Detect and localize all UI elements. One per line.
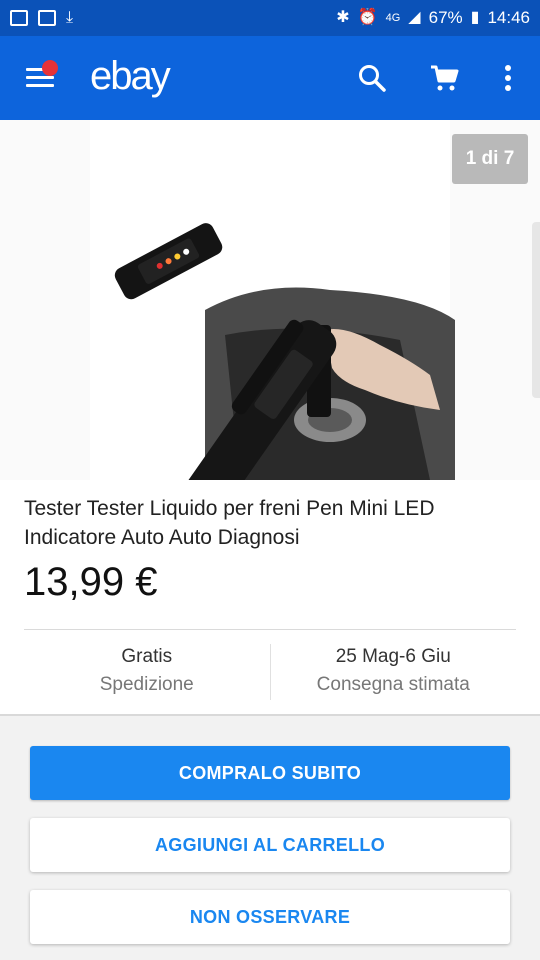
product-image-gallery[interactable]: 1 di 7 <box>0 120 540 480</box>
action-panel: COMPRALO SUBITO AGGIUNGI AL CARRELLO NON… <box>0 714 540 960</box>
gallery-scroll-handle[interactable] <box>532 222 540 398</box>
calendar-icon <box>10 10 28 26</box>
search-icon[interactable] <box>352 58 392 98</box>
buy-now-button[interactable]: COMPRALO SUBITO <box>30 746 510 800</box>
status-left: ⤓ <box>10 10 73 26</box>
status-right: ✱ ⏰ 4G ◢ 67% ▮ 14:46 <box>336 8 530 28</box>
add-to-cart-button[interactable]: AGGIUNGI AL CARRELLO <box>30 818 510 872</box>
image-counter-badge: 1 di 7 <box>452 134 528 184</box>
video-icon <box>38 10 56 26</box>
shipping-info-row: Gratis Spedizione 25 Mag-6 Giu Consegna … <box>24 644 516 700</box>
more-options-icon[interactable] <box>488 58 528 98</box>
network-type: 4G <box>385 12 401 24</box>
shipping-cost: Gratis Spedizione <box>24 644 270 700</box>
cart-icon[interactable] <box>424 58 464 98</box>
divider <box>24 629 516 630</box>
delivery-value: 25 Mag-6 Giu <box>335 646 451 667</box>
estimated-delivery: 25 Mag-6 Giu Consegna stimata <box>269 644 517 700</box>
alarm-icon: ⏰ <box>357 9 378 26</box>
unwatch-button[interactable]: NON OSSERVARE <box>30 890 510 944</box>
notification-dot <box>42 60 58 76</box>
clock: 14:46 <box>487 8 530 27</box>
signal-icon: ◢ <box>408 9 421 26</box>
shipping-value: Gratis <box>121 646 173 667</box>
product-price: 13,99 € <box>24 560 158 604</box>
download-icon: ⤓ <box>66 9 74 26</box>
product-title: Tester Tester Liquido per freni Pen Mini… <box>24 497 435 549</box>
status-bar: ⤓ ✱ ⏰ 4G ◢ 67% ▮ 14:46 <box>0 0 540 36</box>
ebay-logo[interactable]: ebay <box>90 54 171 99</box>
delivery-label: Consegna stimata <box>316 674 470 695</box>
battery-icon: ▮ <box>470 9 480 26</box>
app-bar: ebay <box>0 36 540 120</box>
bluetooth-icon: ✱ <box>336 9 350 26</box>
battery-percent: 67% <box>428 8 463 27</box>
shipping-label: Spedizione <box>99 674 194 695</box>
